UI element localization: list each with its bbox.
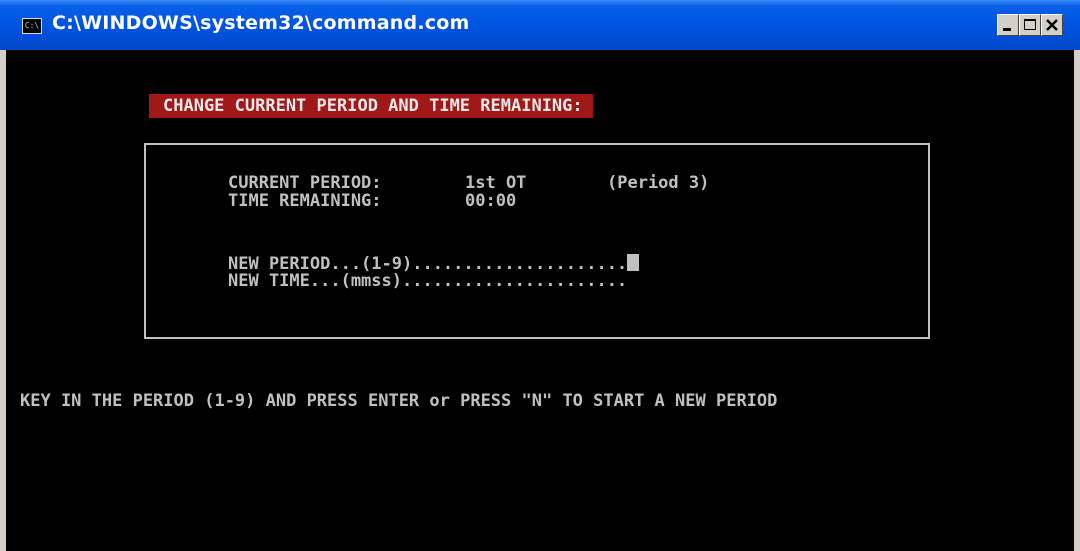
window-border-right xyxy=(1074,50,1080,551)
new-time-prompt: NEW TIME...(mmss)...................... xyxy=(228,271,628,291)
current-period-note: (Period 3) xyxy=(607,173,710,193)
screen-header: CHANGE CURRENT PERIOD AND TIME REMAINING… xyxy=(149,94,593,118)
window-title: C:\WINDOWS\system32\command.com xyxy=(52,12,470,34)
minimize-button[interactable] xyxy=(997,14,1019,36)
time-remaining-value: 00:00 xyxy=(465,191,517,211)
console-icon[interactable]: C:\ xyxy=(22,18,42,34)
title-bar[interactable]: C:\ C:\WINDOWS\system32\command.com xyxy=(0,0,1080,50)
instruction-text: KEY IN THE PERIOD (1-9) AND PRESS ENTER … xyxy=(20,391,778,411)
maximize-icon xyxy=(1024,19,1036,30)
close-icon xyxy=(1046,19,1058,31)
maximize-button[interactable] xyxy=(1019,14,1041,36)
console-window: C:\ C:\WINDOWS\system32\command.com CHAN… xyxy=(0,0,1080,551)
text-cursor xyxy=(627,254,640,271)
current-period-label: CURRENT PERIOD: xyxy=(228,173,382,193)
time-remaining-label: TIME REMAINING: xyxy=(228,191,382,211)
minimize-icon xyxy=(1003,28,1011,31)
close-button[interactable] xyxy=(1041,14,1063,36)
current-period-value: 1st OT xyxy=(465,173,527,193)
console-area[interactable]: CHANGE CURRENT PERIOD AND TIME REMAINING… xyxy=(6,50,1074,551)
